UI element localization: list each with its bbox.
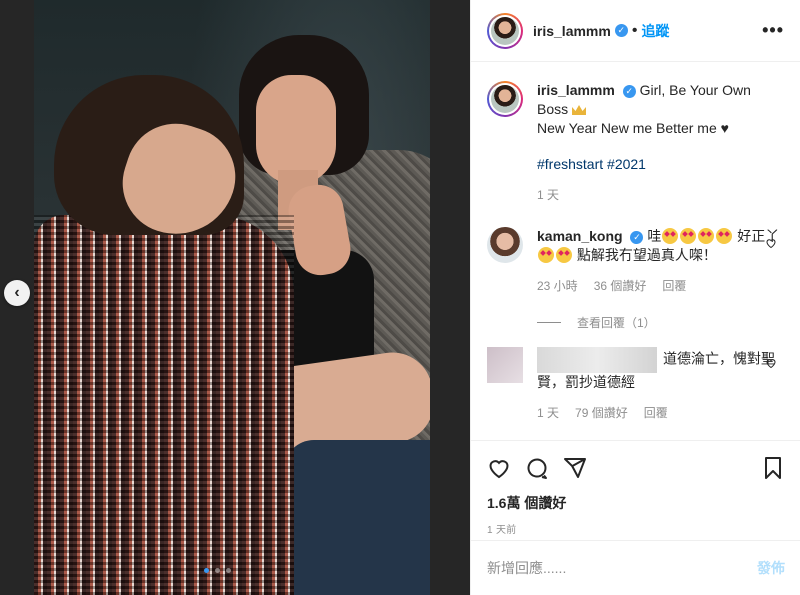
post-actions: 1.6萬 個讚好 1 天前 bbox=[471, 440, 800, 540]
author-username[interactable]: iris_lammm bbox=[533, 23, 611, 39]
comment-likes[interactable]: 79 個讚好 bbox=[575, 404, 628, 423]
heart-eyes-emoji-icon bbox=[698, 228, 715, 244]
comment-text: 哇 bbox=[647, 228, 662, 244]
heart-eyes-emoji-icon bbox=[556, 247, 572, 263]
heart-eyes-emoji-icon bbox=[716, 228, 733, 244]
more-options-icon[interactable]: ••• bbox=[762, 20, 784, 41]
commenter-avatar[interactable] bbox=[487, 227, 523, 263]
comment-age: 23 小時 bbox=[537, 279, 578, 293]
view-replies-button[interactable]: 查看回覆（1） bbox=[537, 314, 785, 331]
heart-eyes-emoji-icon bbox=[662, 228, 679, 244]
post-sidebar: iris_lammm ✓ • 追蹤 ••• iris_lammm ✓ Girl,… bbox=[470, 0, 800, 595]
comment-item: 道德淪亡，愧對聖賢，罰抄道德經 1 天 79 個讚好 回覆 bbox=[487, 347, 785, 423]
likes-count[interactable]: 1.6萬 個讚好 bbox=[487, 493, 785, 513]
post-time: 1 天前 bbox=[487, 525, 517, 536]
caption: iris_lammm ✓ Girl, Be Your Own Boss New … bbox=[487, 81, 785, 205]
commenter-username[interactable]: kaman_kong bbox=[537, 228, 623, 244]
caption-line-2: New Year New me Better me ♥ bbox=[537, 120, 729, 136]
heart-eyes-emoji-icon bbox=[680, 228, 697, 244]
verified-badge-icon: ✓ bbox=[622, 84, 636, 98]
like-icon[interactable] bbox=[487, 456, 511, 480]
comment-icon[interactable] bbox=[525, 456, 549, 480]
like-comment-icon[interactable] bbox=[765, 357, 777, 369]
commenter-avatar[interactable] bbox=[487, 347, 523, 383]
author-avatar[interactable] bbox=[487, 12, 523, 49]
post-header: iris_lammm ✓ • 追蹤 ••• bbox=[471, 0, 800, 62]
crown-emoji-icon bbox=[572, 105, 587, 115]
previous-photo-button[interactable]: ‹ bbox=[4, 280, 30, 306]
verified-badge-icon: ✓ bbox=[614, 24, 628, 37]
follow-button[interactable]: 追蹤 bbox=[641, 21, 669, 41]
share-icon[interactable] bbox=[563, 456, 587, 480]
comment-age: 1 天 bbox=[537, 406, 560, 420]
reply-button[interactable]: 回覆 bbox=[662, 277, 686, 296]
comment-item: kaman_kong ✓ 哇 好正丫 點解我冇望過真人㗎！ 23 小時 36 個… bbox=[487, 227, 785, 296]
verified-badge-icon: ✓ bbox=[630, 230, 644, 244]
post-photo[interactable] bbox=[34, 0, 430, 595]
post-modal: ‹ iris_lammm ✓ • 追蹤 ••• iris_lammm ✓ Gir… bbox=[0, 0, 800, 595]
comments-section: iris_lammm ✓ Girl, Be Your Own Boss New … bbox=[471, 63, 800, 440]
comment-likes[interactable]: 36 個讚好 bbox=[594, 277, 647, 296]
caption-hashtags[interactable]: #freshstart #2021 bbox=[537, 155, 785, 174]
caption-age: 1 天 bbox=[537, 188, 560, 202]
reply-button[interactable]: 回覆 bbox=[644, 404, 668, 423]
blurred-username bbox=[537, 347, 657, 373]
add-comment-bar: 新增回應...... 發佈 bbox=[471, 540, 800, 595]
carousel-indicator bbox=[204, 568, 231, 573]
comment-text: 點解我冇望過真人㗎！ bbox=[576, 247, 717, 263]
caption-username[interactable]: iris_lammm bbox=[537, 82, 615, 98]
heart-eyes-emoji-icon bbox=[538, 247, 554, 263]
like-comment-icon[interactable] bbox=[765, 237, 777, 249]
caption-avatar[interactable] bbox=[487, 81, 523, 117]
save-bookmark-icon[interactable] bbox=[761, 456, 785, 480]
post-comment-button[interactable]: 發佈 bbox=[757, 558, 785, 578]
add-comment-input[interactable]: 新增回應...... bbox=[487, 558, 566, 578]
